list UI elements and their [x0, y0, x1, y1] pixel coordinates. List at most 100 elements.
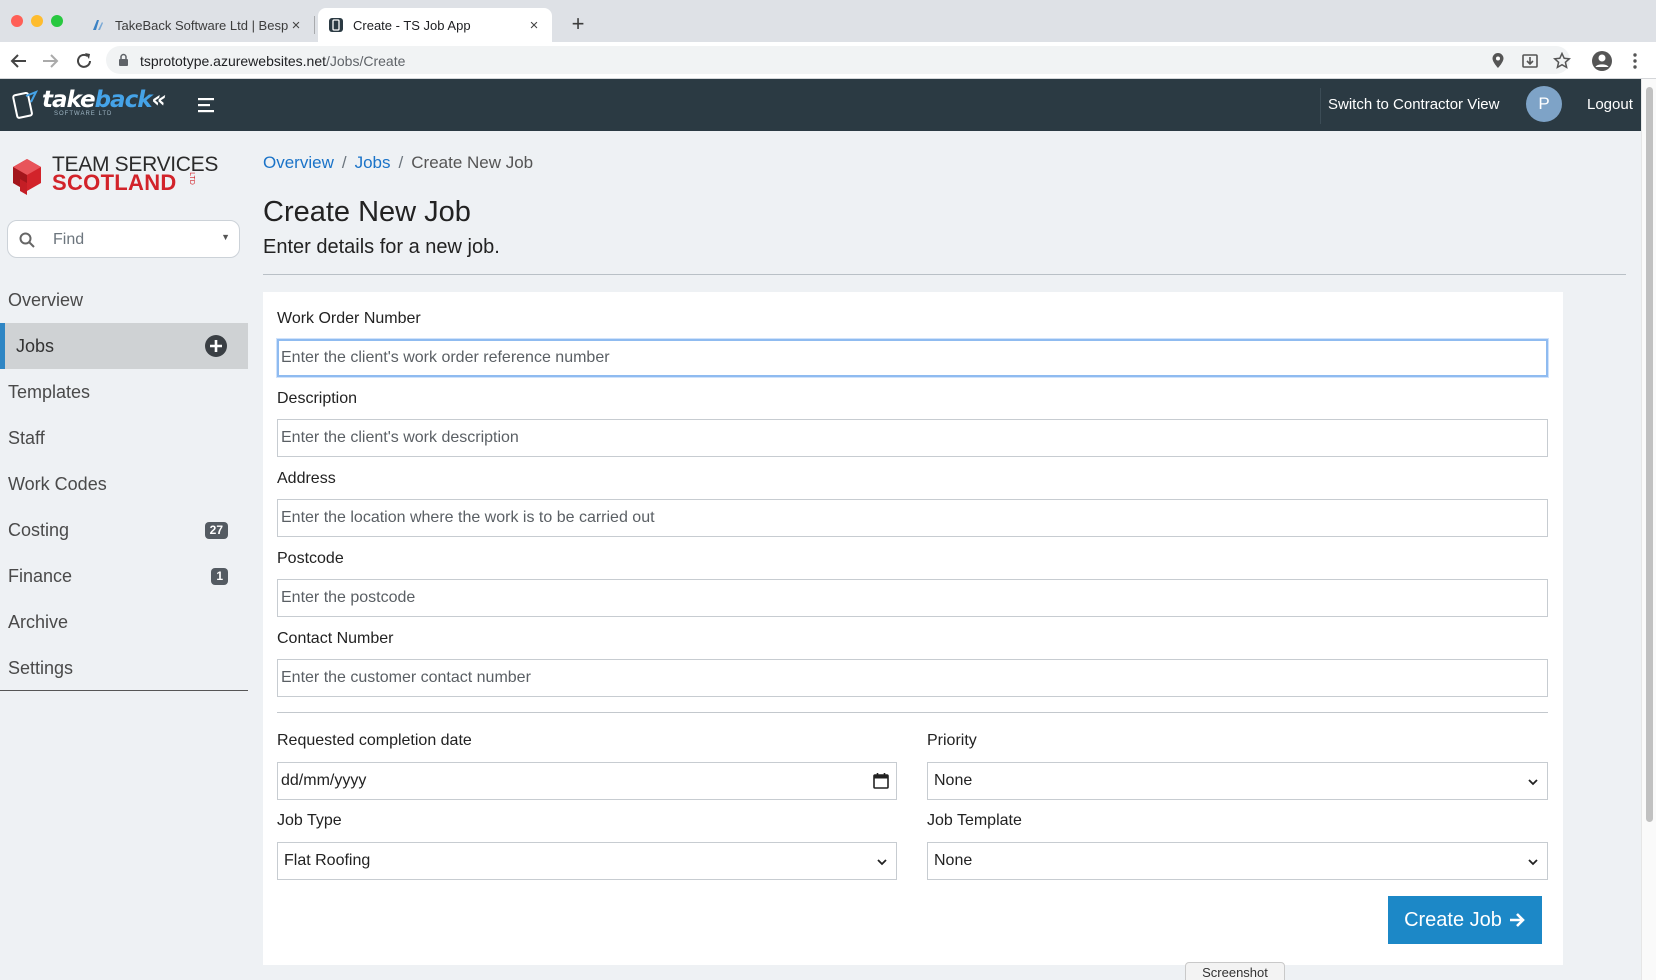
install-app-icon[interactable] — [1521, 52, 1539, 70]
sidebar-item-label: Archive — [8, 612, 69, 632]
sidebar-item-label: Jobs — [16, 336, 55, 356]
scrollbar-thumb[interactable] — [1646, 87, 1653, 822]
page-title: Create New Job — [263, 196, 471, 228]
create-job-button[interactable]: Create Job — [1388, 896, 1542, 944]
chevron-down-icon — [1528, 859, 1538, 866]
logout-link[interactable]: Logout — [1587, 96, 1633, 113]
description-input[interactable]: Enter the client's work description — [277, 419, 1548, 457]
priority-label: Priority — [927, 732, 977, 749]
sidebar-divider — [0, 690, 248, 691]
sidebar-item-label: Finance — [8, 566, 73, 586]
org-ltd-suffix: LTD — [187, 172, 195, 185]
sidebar-item-settings[interactable]: Settings — [0, 645, 248, 691]
profile-icon[interactable] — [1591, 50, 1613, 72]
job-template-label: Job Template — [927, 812, 1022, 829]
page-subtitle: Enter details for a new job. — [263, 236, 500, 258]
search-icon — [19, 232, 35, 248]
address-bar[interactable]: tsprototype.azurewebsites.net/Jobs/Creat… — [106, 46, 1570, 74]
sidebar-nav: Overview Jobs Templates Staff Work Codes… — [0, 277, 248, 691]
header-divider — [1320, 88, 1321, 124]
new-tab-button[interactable]: + — [566, 10, 590, 38]
tab-title: TakeBack Software Ltd | Bespo — [115, 17, 288, 33]
breadcrumb-jobs-link[interactable]: Jobs — [355, 153, 391, 172]
dropdown-caret-icon[interactable]: ▼ — [221, 232, 230, 242]
job-type-select[interactable]: Flat Roofing — [277, 842, 897, 880]
switch-to-contractor-view-link[interactable]: Switch to Contractor View — [1328, 96, 1499, 113]
screenshot-tooltip: Screenshot — [1185, 962, 1285, 980]
browser-tab-takeback[interactable]: TakeBack Software Ltd | Bespo × — [80, 8, 314, 42]
breadcrumb: Overview / Jobs / Create New Job — [263, 153, 533, 173]
costing-count-badge: 27 — [204, 522, 228, 539]
sidebar-item-label: Costing — [8, 520, 70, 540]
address-label: Address — [277, 470, 336, 487]
sidebar-item-work-codes[interactable]: Work Codes — [0, 461, 248, 507]
sidebar-item-archive[interactable]: Archive — [0, 599, 248, 645]
create-job-form: Work Order Number Enter the client's wor… — [263, 292, 1563, 965]
close-window-button[interactable] — [11, 15, 23, 27]
contact-number-label: Contact Number — [277, 630, 394, 647]
work-order-number-input[interactable]: Enter the client's work order reference … — [277, 339, 1548, 377]
location-pin-icon[interactable] — [1489, 52, 1507, 70]
sidebar-item-overview[interactable]: Overview — [0, 277, 248, 323]
app-header: takeback« SOFTWARE LTD Switch to Contrac… — [0, 79, 1641, 131]
hamburger-menu-icon[interactable] — [196, 94, 218, 116]
org-name-line2: SCOTLAND — [52, 170, 177, 195]
browser-tab-create[interactable]: Create - TS Job App × — [318, 8, 552, 42]
breadcrumb-overview-link[interactable]: Overview — [263, 153, 334, 172]
sidebar-item-templates[interactable]: Templates — [0, 369, 248, 415]
create-job-label: Create Job — [1404, 908, 1502, 931]
find-search-input[interactable]: Find ▼ — [7, 220, 240, 258]
priority-value: None — [934, 772, 973, 789]
find-placeholder: Find — [53, 231, 85, 248]
tab-title: Create - TS Job App — [353, 17, 471, 33]
sidebar-item-costing[interactable]: Costing 27 — [0, 507, 248, 553]
lock-icon — [119, 53, 128, 66]
calendar-icon[interactable] — [872, 772, 890, 790]
team-services-scotland-logo[interactable]: TEAM SERVICES SCOTLAND LTD — [8, 153, 218, 199]
chevron-down-icon — [877, 859, 887, 866]
breadcrumb-current: Create New Job — [411, 153, 534, 172]
sidebar-item-label: Work Codes — [8, 474, 107, 494]
bookmark-star-icon[interactable] — [1553, 52, 1571, 70]
contact-number-input[interactable]: Enter the customer contact number — [277, 659, 1548, 697]
form-divider — [277, 712, 1548, 713]
add-job-plus-icon[interactable] — [204, 334, 228, 358]
job-template-select[interactable]: None — [927, 842, 1548, 880]
postcode-input[interactable]: Enter the postcode — [277, 579, 1548, 617]
maximize-window-button[interactable] — [51, 15, 63, 27]
chevron-down-icon — [1528, 779, 1538, 786]
reload-icon[interactable] — [74, 51, 94, 71]
priority-select[interactable]: None — [927, 762, 1548, 800]
sidebar-item-finance[interactable]: Finance 1 — [0, 553, 248, 599]
page-divider — [263, 274, 1626, 275]
job-template-value: None — [934, 852, 973, 869]
completion-date-input[interactable]: dd/mm/yyyy — [277, 762, 897, 800]
tablet-logo-icon — [12, 90, 39, 119]
forward-arrow-icon[interactable] — [40, 51, 60, 71]
finance-count-badge: 1 — [211, 568, 228, 585]
takeback-logo[interactable]: takeback« SOFTWARE LTD — [12, 87, 166, 121]
sidebar-item-staff[interactable]: Staff — [0, 415, 248, 461]
brand-name: takeback« — [42, 87, 166, 113]
postcode-label: Postcode — [277, 550, 344, 567]
brand-subtitle: SOFTWARE LTD — [54, 111, 113, 117]
tab-close-icon[interactable]: × — [288, 17, 304, 34]
sidebar-item-jobs[interactable]: Jobs — [0, 323, 248, 369]
arrow-right-icon — [1509, 913, 1525, 927]
browser-tab-bar: TakeBack Software Ltd | Bespo × Create -… — [0, 0, 1656, 42]
minimize-window-button[interactable] — [31, 15, 43, 27]
sidebar-item-label: Templates — [8, 382, 91, 402]
takeback-favicon-icon — [93, 20, 103, 30]
completion-date-label: Requested completion date — [277, 732, 472, 749]
description-label: Description — [277, 390, 358, 407]
browser-menu-icon[interactable] — [1626, 52, 1644, 70]
back-arrow-icon[interactable] — [9, 51, 29, 71]
page-scrollbar[interactable] — [1641, 79, 1656, 980]
job-type-value: Flat Roofing — [284, 852, 371, 869]
tab-close-icon[interactable]: × — [526, 17, 542, 34]
address-input[interactable]: Enter the location where the work is to … — [277, 499, 1548, 537]
user-avatar[interactable]: P — [1526, 86, 1562, 122]
job-type-label: Job Type — [277, 812, 342, 829]
sidebar-item-label: Staff — [8, 428, 45, 448]
date-value: dd/mm/yyyy — [281, 772, 367, 789]
